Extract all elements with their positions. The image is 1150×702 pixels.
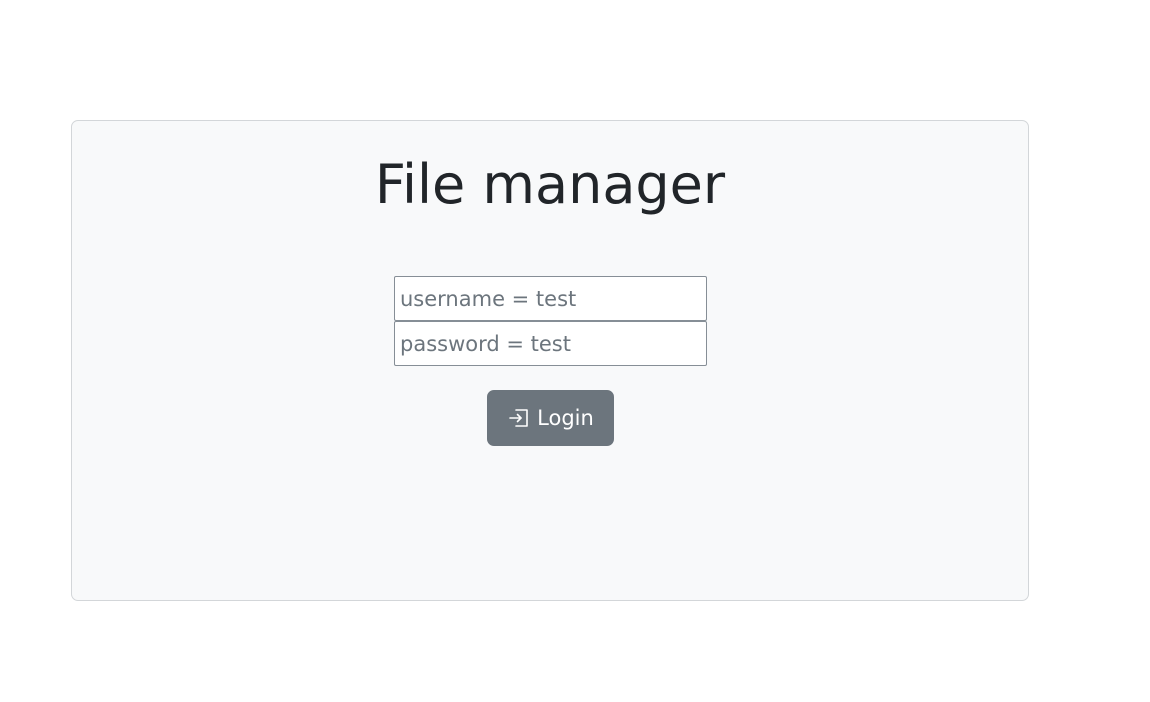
page: File manager Login [0, 0, 1150, 702]
username-input[interactable] [394, 276, 707, 321]
login-button-label: Login [537, 406, 594, 430]
page-title: File manager [374, 153, 726, 216]
login-form [394, 276, 707, 366]
password-input[interactable] [394, 321, 707, 366]
box-arrow-in-right-icon [507, 406, 531, 430]
login-card: File manager Login [71, 120, 1029, 601]
login-button[interactable]: Login [487, 390, 614, 446]
